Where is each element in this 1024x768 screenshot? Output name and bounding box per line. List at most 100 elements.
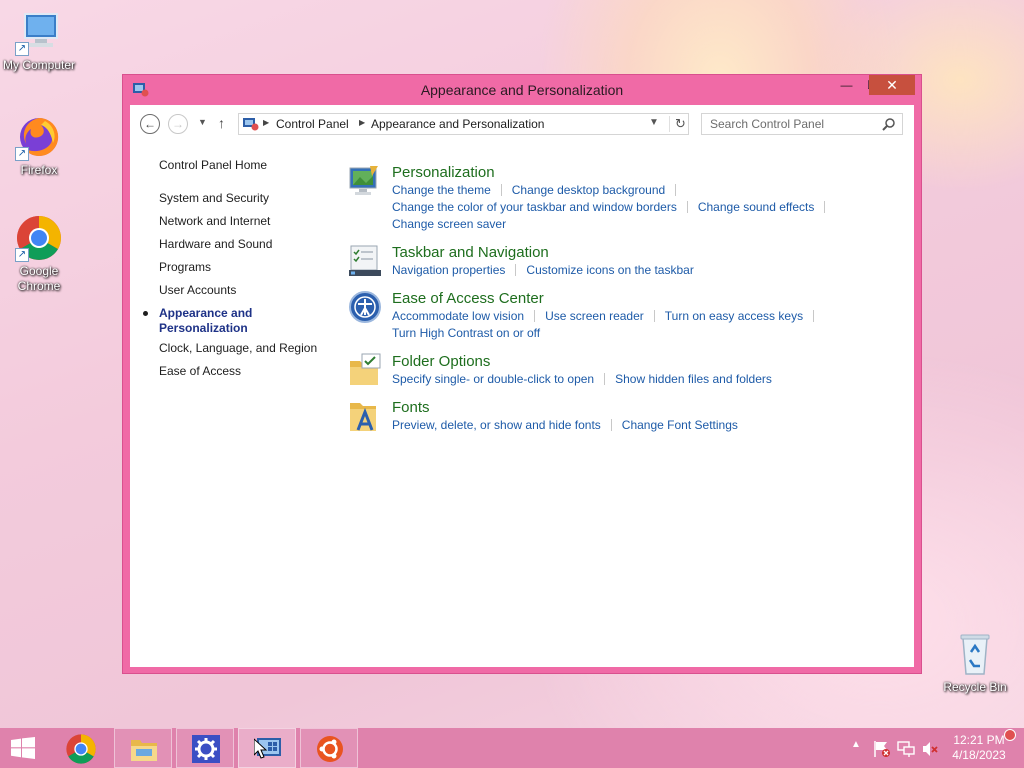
up-button[interactable]: ↑ bbox=[218, 115, 225, 131]
nav-network-and-internet[interactable]: Network and Internet bbox=[159, 214, 270, 228]
nav-programs[interactable]: Programs bbox=[159, 260, 211, 274]
desktop-icon-my-computer[interactable]: ↗ My Computer bbox=[0, 8, 79, 73]
link-divider bbox=[653, 310, 655, 322]
taskbar-control-panel[interactable] bbox=[238, 728, 296, 768]
network-icon[interactable] bbox=[897, 740, 915, 758]
address-dropdown-chevron-icon[interactable]: ▼ bbox=[649, 117, 659, 128]
taskbar-settings[interactable] bbox=[176, 728, 234, 768]
desktop-icon-firefox[interactable]: ↗ Firefox bbox=[0, 113, 79, 178]
link-divider bbox=[813, 310, 815, 322]
category-title[interactable]: Personalization bbox=[392, 164, 495, 181]
link-divider bbox=[686, 201, 688, 213]
taskbar-chrome[interactable] bbox=[52, 728, 110, 768]
taskbar: ▲ 12:21 PM 4/18/2023 bbox=[0, 728, 1024, 768]
category-title[interactable]: Fonts bbox=[392, 399, 430, 416]
refresh-button[interactable]: ↻ bbox=[669, 116, 686, 132]
category-links: Preview, delete, or show and hide fonts C… bbox=[392, 418, 912, 435]
link-preview-delete-fonts[interactable]: Preview, delete, or show and hide fonts bbox=[392, 418, 601, 432]
action-center-flag-icon[interactable] bbox=[873, 740, 891, 758]
link-turn-on-easy-access-keys[interactable]: Turn on easy access keys bbox=[665, 309, 803, 323]
link-divider bbox=[824, 201, 826, 213]
link-change-screen-saver[interactable]: Change screen saver bbox=[392, 217, 506, 231]
link-navigation-properties[interactable]: Navigation properties bbox=[392, 263, 505, 277]
ease-of-access-icon bbox=[348, 290, 382, 324]
notification-badge-icon bbox=[1004, 729, 1016, 741]
category-title[interactable]: Ease of Access Center bbox=[392, 290, 544, 307]
link-divider bbox=[675, 184, 677, 196]
chrome-icon bbox=[65, 733, 97, 765]
desktop-icon-google-chrome[interactable]: ↗ Google Chrome bbox=[0, 214, 79, 294]
nav-ease-of-access[interactable]: Ease of Access bbox=[159, 364, 241, 378]
breadcrumb-appearance-and-personalization[interactable]: Appearance and Personalization bbox=[371, 117, 544, 131]
nav-clock-language-and-region[interactable]: Clock, Language, and Region bbox=[159, 341, 317, 355]
category-title[interactable]: Folder Options bbox=[392, 353, 490, 370]
clock-date: 4/18/2023 bbox=[952, 748, 1006, 762]
desktop-icon-label: Google Chrome bbox=[17, 264, 61, 293]
nav-hardware-and-sound[interactable]: Hardware and Sound bbox=[159, 237, 272, 251]
link-change-font-settings[interactable]: Change Font Settings bbox=[622, 418, 738, 432]
computer-icon: ↗ bbox=[15, 8, 63, 56]
link-change-sound-effects[interactable]: Change sound effects bbox=[698, 200, 815, 214]
breadcrumb-separator-icon[interactable]: ▶ bbox=[359, 118, 365, 127]
link-divider bbox=[534, 310, 536, 322]
nav-control-panel-home[interactable]: Control Panel Home bbox=[159, 158, 267, 172]
system-clock[interactable]: 12:21 PM 4/18/2023 bbox=[944, 733, 1014, 763]
link-show-hidden-files[interactable]: Show hidden files and folders bbox=[615, 372, 772, 386]
start-button[interactable] bbox=[0, 728, 48, 768]
link-change-desktop-background[interactable]: Change desktop background bbox=[512, 183, 665, 197]
shortcut-arrow-icon: ↗ bbox=[15, 42, 29, 56]
link-change-taskbar-window-color[interactable]: Change the color of your taskbar and win… bbox=[392, 200, 677, 214]
link-customize-taskbar-icons[interactable]: Customize icons on the taskbar bbox=[526, 263, 693, 277]
desktop-icon-recycle-bin[interactable]: Recycle Bin bbox=[935, 630, 1015, 695]
category-links: Accommodate low vision Use screen reader T… bbox=[392, 309, 912, 343]
search-box[interactable]: Search Control Panel bbox=[701, 113, 903, 135]
window-title: Appearance and Personalization bbox=[420, 82, 624, 98]
forward-button[interactable]: → bbox=[168, 114, 188, 134]
nav-label-line-1: Appearance and bbox=[159, 306, 253, 320]
category-links: Change the theme Change desktop backgroun… bbox=[392, 183, 912, 234]
breadcrumb-separator-icon[interactable]: ▶ bbox=[263, 118, 269, 127]
category-links: Specify single- or double-click to open S… bbox=[392, 372, 912, 389]
recycle-bin-icon bbox=[951, 630, 999, 678]
address-bar[interactable]: ▶ Control Panel ▶ Appearance and Persona… bbox=[238, 113, 689, 135]
current-page-bullet bbox=[143, 311, 148, 316]
chrome-icon: ↗ bbox=[15, 214, 63, 262]
category-title[interactable]: Taskbar and Navigation bbox=[392, 244, 549, 261]
minimize-button[interactable]: — bbox=[833, 75, 860, 95]
close-button[interactable]: ✕ bbox=[869, 75, 915, 95]
fonts-icon bbox=[348, 399, 382, 433]
start-icon bbox=[11, 737, 35, 759]
recent-locations-chevron-icon[interactable]: ▼ bbox=[198, 117, 207, 127]
tray-chevron-icon[interactable]: ▲ bbox=[851, 739, 861, 768]
nav-user-accounts[interactable]: User Accounts bbox=[159, 283, 236, 297]
back-button[interactable]: ← bbox=[140, 114, 160, 134]
shortcut-arrow-icon: ↗ bbox=[15, 147, 29, 161]
category-links: Navigation properties Customize icons on … bbox=[392, 263, 912, 280]
control-panel-window: Appearance and Personalization — ☐ ✕ ← →… bbox=[122, 74, 922, 674]
link-change-the-theme[interactable]: Change the theme bbox=[392, 183, 491, 197]
title-bar[interactable]: Appearance and Personalization — ☐ ✕ bbox=[123, 75, 921, 105]
search-icon[interactable] bbox=[882, 117, 896, 131]
firefox-icon: ↗ bbox=[15, 113, 63, 161]
settings-icon bbox=[192, 735, 220, 763]
link-single-double-click[interactable]: Specify single- or double-click to open bbox=[392, 372, 594, 386]
nav-appearance-and-personalization[interactable]: Appearance and Personalization bbox=[143, 306, 253, 336]
breadcrumb-control-panel[interactable]: Control Panel bbox=[276, 117, 349, 131]
link-turn-high-contrast[interactable]: Turn High Contrast on or off bbox=[392, 326, 540, 340]
volume-muted-icon[interactable] bbox=[921, 740, 939, 758]
shortcut-arrow-icon: ↗ bbox=[15, 248, 29, 262]
desktop-icon-label: Firefox bbox=[20, 163, 58, 177]
desktop-icon-label: Recycle Bin bbox=[943, 680, 1007, 694]
link-divider bbox=[500, 184, 502, 196]
control-panel-icon bbox=[243, 118, 259, 131]
link-accommodate-low-vision[interactable]: Accommodate low vision bbox=[392, 309, 524, 323]
taskbar-file-explorer[interactable] bbox=[114, 728, 172, 768]
link-use-screen-reader[interactable]: Use screen reader bbox=[545, 309, 644, 323]
file-explorer-icon bbox=[130, 735, 158, 763]
taskbar-ubuntu[interactable] bbox=[300, 728, 358, 768]
search-input[interactable]: Search Control Panel bbox=[710, 117, 824, 131]
nav-system-and-security[interactable]: System and Security bbox=[159, 191, 269, 205]
window-content: ← → ▼ ↑ ▶ Control Panel ▶ Appearance and… bbox=[130, 105, 914, 667]
link-divider bbox=[610, 419, 612, 431]
personalization-icon bbox=[348, 164, 382, 198]
